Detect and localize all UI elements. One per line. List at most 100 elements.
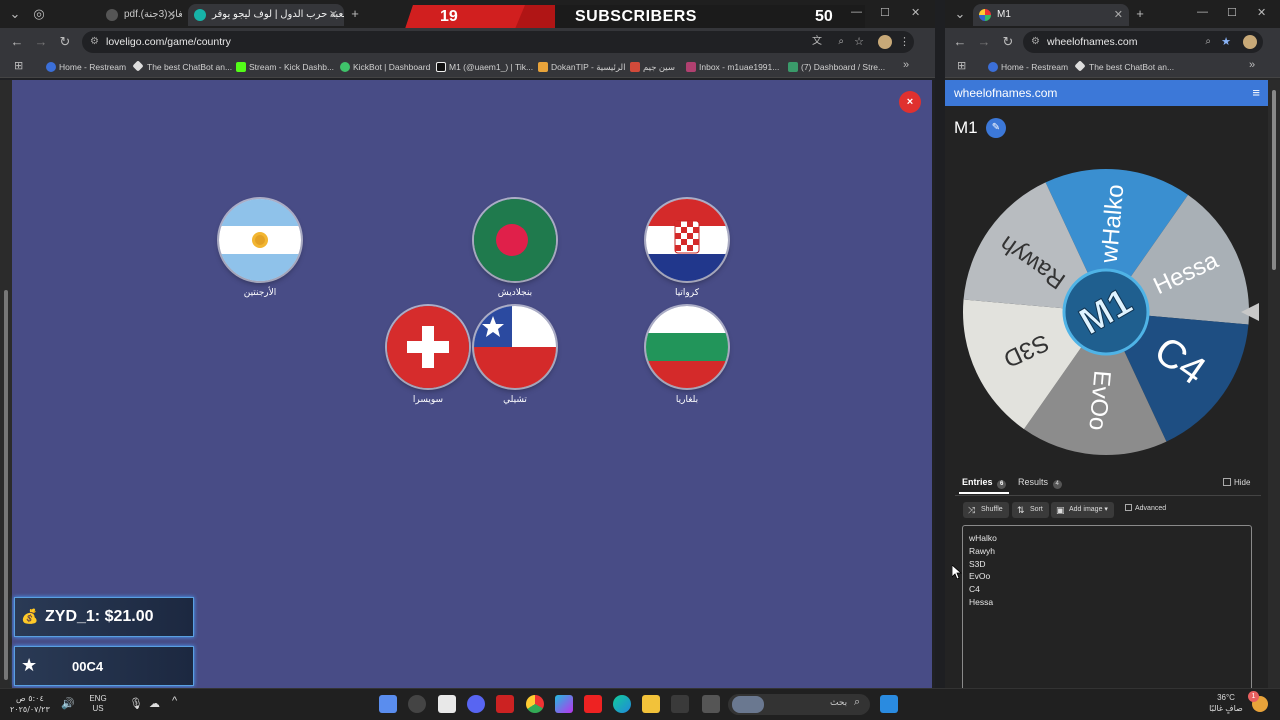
zoom-icon[interactable]: ⌕ (838, 31, 844, 53)
maximize-icon[interactable]: ☐ (880, 6, 890, 19)
search-highlight-image (732, 696, 764, 713)
minimize-icon[interactable]: — (851, 6, 862, 18)
reload-icon[interactable]: ↻ (999, 33, 1017, 51)
back-icon[interactable]: ← (8, 33, 26, 51)
app-task-view-icon[interactable] (702, 695, 720, 713)
translate-icon[interactable]: 文 (812, 31, 822, 53)
back-icon[interactable]: ← (951, 33, 969, 51)
app-copilot-icon[interactable] (555, 695, 573, 713)
reload-icon[interactable]: ↻ (56, 33, 74, 51)
profile-avatar[interactable] (1243, 35, 1257, 49)
shuffle-button[interactable]: ⤨ Shuffle (963, 502, 1009, 518)
scrollbar-thumb[interactable] (4, 290, 8, 680)
scrollbar-thumb[interactable] (1272, 90, 1276, 270)
zoom-icon[interactable]: ⌕ (1205, 31, 1211, 53)
entries-textarea[interactable]: wHalko Rawyh S3D EvOo C4 Hessa (962, 525, 1252, 688)
new-tab-icon[interactable]: + (346, 5, 364, 23)
bookmark-star-icon[interactable]: ☆ (854, 31, 864, 53)
app-discord-icon[interactable] (467, 695, 485, 713)
start-windows-icon[interactable] (880, 695, 898, 713)
wheel-of-names[interactable]: wHalkoHessaC4EvOoS3DRawyhM1 (956, 162, 1256, 462)
game-close-button[interactable]: × (899, 91, 921, 113)
new-tab-icon[interactable]: + (1131, 5, 1149, 23)
weather-widget[interactable]: 36°C صافٍ غالبًا (1206, 692, 1246, 714)
maximize-icon[interactable]: ☐ (1227, 6, 1237, 19)
app-obs-icon[interactable] (408, 695, 426, 713)
taskbar-search-box[interactable]: بحث ⌕ (728, 694, 870, 715)
tab-results[interactable]: Results 4 (1018, 477, 1062, 489)
bookmark-seen-jeem[interactable]: سين جيم (630, 60, 675, 74)
wheel-segment-label: EvOo (1083, 369, 1115, 431)
tab-country-game[interactable]: لعبة حرب الدول | لوف ليجو يوفر ✕ (188, 4, 344, 26)
language-indicator[interactable]: ENG US (82, 694, 114, 714)
tab-pdf[interactable]: pdf.(الغاز (3جنة ✕ (100, 4, 182, 26)
tab-search-icon[interactable]: ⌄ (951, 5, 969, 23)
extension-icon[interactable]: ◎ (30, 5, 48, 23)
tab-close-icon[interactable]: ✕ (1114, 4, 1123, 26)
app-youtube-icon[interactable] (584, 695, 602, 713)
bulgaria-flag-icon (646, 306, 728, 388)
hide-checkbox[interactable]: Hide (1223, 478, 1250, 487)
bookmark-tiktok[interactable]: M1 (@uaem1_) | Tik... (436, 60, 533, 74)
app-snipping-icon[interactable] (379, 695, 397, 713)
flag-switzerland[interactable] (387, 306, 469, 388)
flag-bulgaria[interactable] (646, 306, 728, 388)
app-capcut-icon[interactable] (438, 695, 456, 713)
bookmarks-overflow-icon[interactable]: » (903, 59, 909, 71)
tab-wheel-of-names[interactable]: M1 ✕ (973, 4, 1129, 26)
right-page-scrollbar[interactable] (1268, 80, 1280, 688)
bookmark-kick-dashboard[interactable]: Stream - Kick Dashb... (236, 60, 334, 74)
tab-search-icon[interactable]: ⌄ (6, 5, 24, 23)
bookmark-restream[interactable]: Home - Restream (988, 60, 1068, 74)
bookmark-star-icon[interactable]: ★ (1221, 31, 1231, 53)
address-bar[interactable]: ⚙ wheelofnames.com ⌕ ★ (1023, 31, 1263, 53)
edit-title-icon[interactable]: ✎ (986, 118, 1006, 138)
tab-entries[interactable]: Entries 6 (962, 477, 1007, 489)
close-window-icon[interactable]: ✕ (1257, 6, 1266, 19)
close-window-icon[interactable]: ✕ (911, 6, 920, 19)
forward-icon[interactable]: → (975, 33, 993, 51)
bookmark-kickbot[interactable]: KickBot | Dashboard (340, 60, 430, 74)
app-edge-icon[interactable] (613, 695, 631, 713)
menu-kebab-icon[interactable]: ⋮ (899, 31, 910, 53)
forward-icon[interactable]: → (32, 33, 50, 51)
site-info-icon[interactable]: ⚙ (90, 31, 99, 53)
dokantip-icon (538, 62, 548, 72)
bookmark-chatbot[interactable]: The best ChatBot an... (132, 60, 232, 74)
tray-chevron-icon[interactable]: ^ (172, 695, 177, 707)
flag-croatia[interactable] (646, 199, 728, 281)
sort-button[interactable]: ⇅ Sort (1012, 502, 1049, 518)
add-image-button[interactable]: ▣ Add image ▾ (1051, 502, 1114, 518)
hamburger-menu-icon[interactable]: ≡ (1252, 80, 1260, 106)
bookmarks-bar: ⊞ Home - Restream The best ChatBot an...… (945, 56, 1280, 78)
left-page-scrollbar[interactable] (0, 80, 12, 688)
flag-argentina[interactable] (219, 199, 301, 281)
microphone-icon[interactable]: 🎙 (129, 697, 143, 710)
search-icon: ⌕ (854, 696, 861, 708)
chile-flag-icon (474, 306, 556, 388)
bookmark-dokantip[interactable]: DokanTIP - الرئيسية (538, 60, 625, 74)
flag-bangladesh[interactable] (474, 199, 556, 281)
flag-chile[interactable] (474, 306, 556, 388)
cloud-icon[interactable]: ☁ (149, 697, 160, 710)
bookmarks-overflow-icon[interactable]: » (1249, 59, 1255, 71)
minimize-icon[interactable]: — (1197, 6, 1208, 18)
apps-grid-icon[interactable]: ⊞ (14, 59, 23, 72)
volume-icon[interactable]: 🔊 (61, 697, 75, 710)
address-bar[interactable]: ⚙ loveligo.com/game/country 文 ⌕ ☆ ⋮ (82, 31, 914, 53)
tab-close-icon[interactable]: ✕ (167, 4, 176, 26)
bookmark-dashboard-stream[interactable]: (7) Dashboard / Stre... (788, 60, 885, 74)
app-file-explorer-icon[interactable] (642, 695, 660, 713)
profile-avatar[interactable] (878, 35, 892, 49)
bookmark-inbox[interactable]: Inbox - m1uae1991... (686, 60, 779, 74)
clock[interactable]: ٥:٠٤ ص ٢٠٢٥/٠٧/٢٣ (10, 693, 50, 715)
bookmark-restream[interactable]: Home - Restream (46, 60, 126, 74)
advanced-checkbox[interactable]: Advanced (1125, 504, 1166, 512)
site-info-icon[interactable]: ⚙ (1031, 31, 1040, 53)
bookmark-chatbot[interactable]: The best ChatBot an... (1074, 60, 1174, 74)
app-chrome-icon[interactable] (526, 695, 544, 713)
app-tiktok-studio-icon[interactable] (496, 695, 514, 713)
tab-close-icon[interactable]: ✕ (329, 4, 338, 26)
apps-grid-icon[interactable]: ⊞ (957, 59, 966, 72)
app-store-icon[interactable] (671, 695, 689, 713)
